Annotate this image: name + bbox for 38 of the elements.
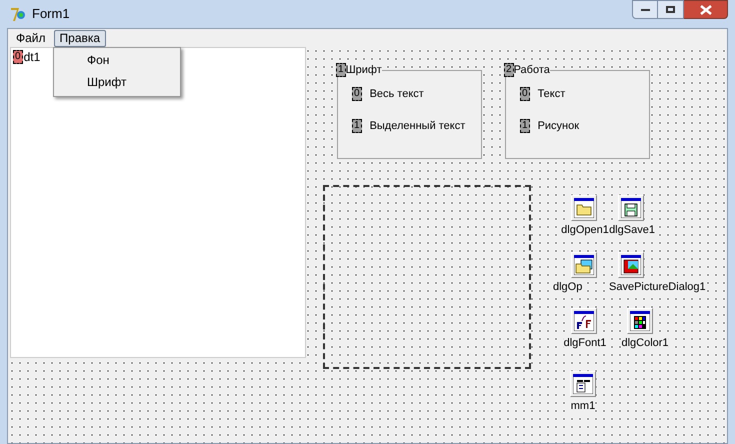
component-label: dlgSave1 [609, 224, 655, 237]
component-icon[interactable] [571, 308, 597, 334]
radio-label[interactable]: Рисунок [538, 118, 580, 134]
dropdown-item[interactable]: Шрифт [87, 74, 180, 90]
memo-text: dt1 [24, 50, 40, 64]
close-button[interactable] [684, 0, 728, 19]
radio-label[interactable]: Текст [538, 86, 566, 102]
component-label: dlgColor1 [621, 337, 669, 350]
dropdown-item[interactable]: Фон [87, 52, 180, 68]
component-label: dlgOpen1 [561, 224, 609, 237]
component-icon[interactable] [618, 252, 644, 278]
group-title: Работа [514, 64, 550, 76]
tab-order-badge: 0 [13, 50, 23, 64]
tab-order-badge: 0 [352, 87, 362, 102]
component-icon[interactable] [571, 252, 597, 278]
tab-order-badge: 1 [352, 119, 362, 134]
component-label: dlgOp [553, 281, 582, 294]
tab-order-badge: 0 [520, 87, 530, 102]
tab-order-badge: 1 [520, 119, 530, 134]
component-icon[interactable] [571, 195, 597, 221]
component-label: dlgFont1 [564, 337, 606, 350]
radio-label[interactable]: Весь текст [370, 86, 424, 102]
maximize-button[interactable] [658, 0, 684, 19]
component-label: mm1 [570, 400, 596, 413]
minimize-button[interactable] [632, 0, 658, 19]
component-icon[interactable] [627, 308, 653, 334]
component-icon[interactable] [570, 371, 596, 397]
component-icon[interactable] [618, 195, 644, 221]
app-logo-icon [10, 6, 26, 22]
radio-label[interactable]: Выделенный текст [370, 118, 466, 134]
group-title: Шрифт [346, 64, 382, 76]
tab-order-badge: 2 [504, 63, 514, 77]
menu-item[interactable]: Файл [10, 30, 52, 46]
menu-item[interactable]: Правка [54, 30, 106, 46]
tab-order-badge: 1 [336, 63, 346, 77]
component-label: SavePictureDialog1 [609, 281, 706, 294]
window-title: Form1 [32, 5, 70, 24]
close-icon [700, 4, 712, 14]
